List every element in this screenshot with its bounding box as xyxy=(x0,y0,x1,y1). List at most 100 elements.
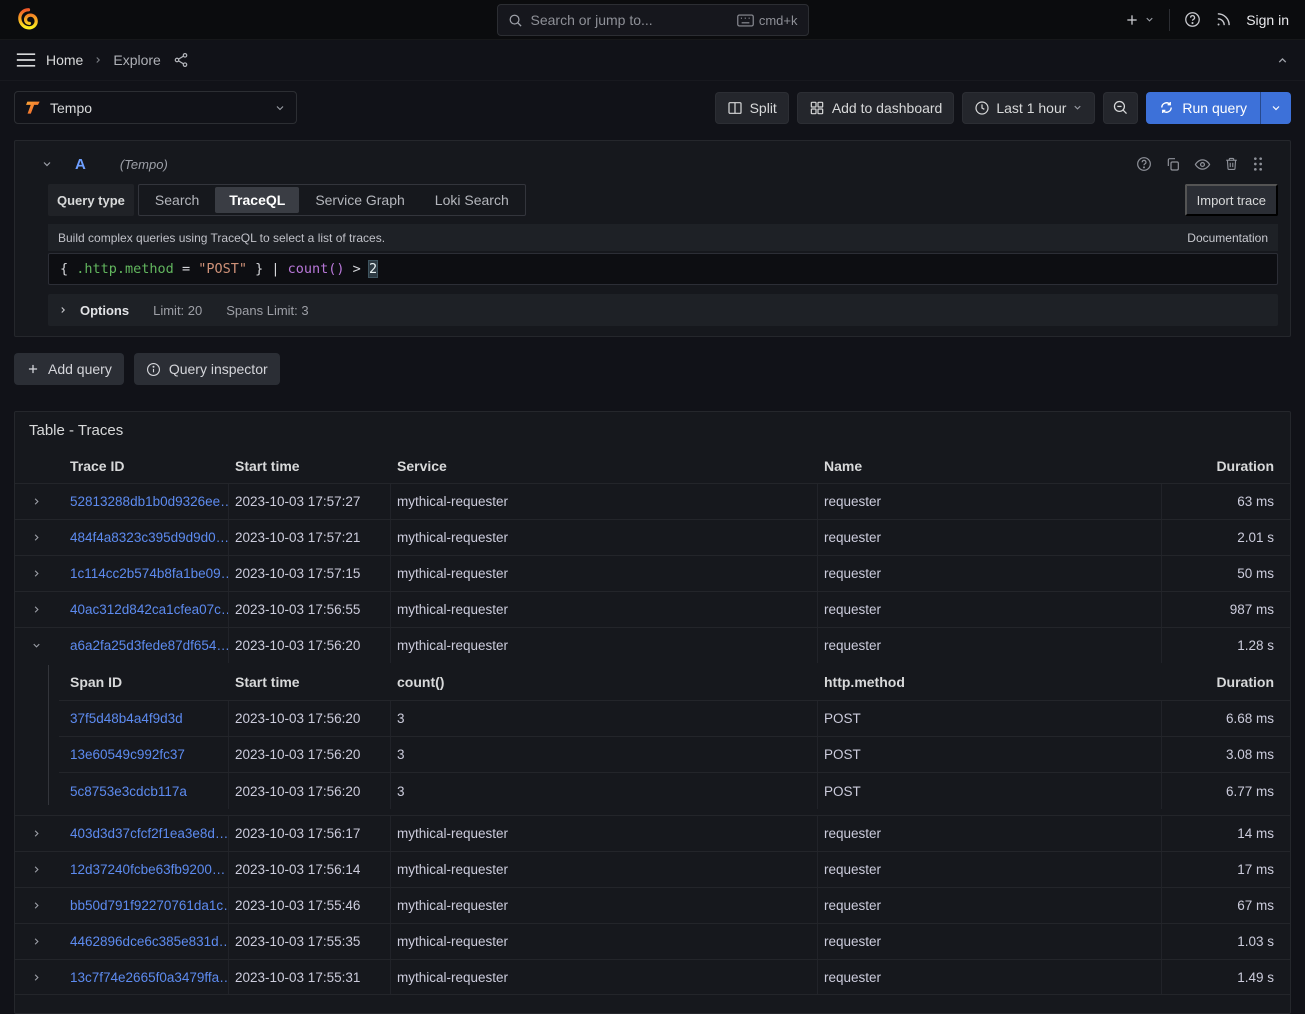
query-inspector-button[interactable]: Query inspector xyxy=(134,353,280,385)
service-cell: mythical-requester xyxy=(391,628,818,663)
add-to-dashboard-button[interactable]: Add to dashboard xyxy=(797,92,955,124)
span-column-header-span-id[interactable]: Span ID xyxy=(59,674,229,690)
run-query-button[interactable]: Run query xyxy=(1146,92,1260,124)
span-row: 5c8753e3cdcb117a2023-10-03 17:56:203POST… xyxy=(59,773,1290,809)
start-time-cell: 2023-10-03 17:56:55 xyxy=(229,592,391,627)
span-start-time-cell: 2023-10-03 17:56:20 xyxy=(229,737,391,772)
span-http-method-cell: POST xyxy=(818,773,1162,809)
query-type-tab-search[interactable]: Search xyxy=(141,187,213,213)
breadcrumb-home[interactable]: Home xyxy=(46,52,83,68)
chevron-right-icon xyxy=(31,936,42,947)
run-query-options-button[interactable] xyxy=(1260,92,1291,124)
duplicate-query-icon[interactable] xyxy=(1165,156,1181,172)
clock-icon xyxy=(974,100,990,116)
trace-id-link[interactable]: 1c114cc2b574b8fa1be09… xyxy=(70,566,229,581)
expand-row-button[interactable] xyxy=(15,520,59,555)
collapse-row-button[interactable] xyxy=(15,628,59,663)
column-header-name[interactable]: Name xyxy=(818,458,1162,474)
options-limit: Limit: 20 xyxy=(153,303,202,318)
add-query-button[interactable]: Add query xyxy=(14,353,124,385)
help-button[interactable] xyxy=(1184,11,1201,28)
chevron-down-icon xyxy=(1072,102,1083,113)
span-id-link[interactable]: 37f5d48b4a4f9d3d xyxy=(70,711,183,726)
expand-row-button[interactable] xyxy=(15,592,59,627)
options-chevron-right-icon[interactable] xyxy=(58,305,68,315)
drag-handle-icon[interactable] xyxy=(1252,156,1264,172)
share-button[interactable] xyxy=(173,52,189,68)
menu-toggle-button[interactable] xyxy=(16,52,36,68)
expand-row-button[interactable] xyxy=(15,816,59,851)
span-http-method-cell: POST xyxy=(818,701,1162,736)
split-button[interactable]: Split xyxy=(715,92,789,124)
name-cell: requester xyxy=(818,484,1162,519)
duration-cell: 2.01 s xyxy=(1162,530,1290,545)
column-header-duration[interactable]: Duration xyxy=(1162,458,1290,474)
column-header-service[interactable]: Service xyxy=(391,458,818,474)
table-row: 12d37240fcbe63fb9200…2023-10-03 17:56:14… xyxy=(15,851,1290,887)
trace-id-cell: 12d37240fcbe63fb9200… xyxy=(59,852,229,887)
spans-subtable: Span IDStart timecount()http.methodDurat… xyxy=(15,663,1290,815)
start-time-cell: 2023-10-03 17:55:35 xyxy=(229,924,391,959)
query-token: 2 xyxy=(369,261,377,277)
query-token: } xyxy=(247,261,271,277)
span-column-header-start-time[interactable]: Start time xyxy=(229,674,391,690)
trace-id-link[interactable]: 12d37240fcbe63fb9200… xyxy=(70,862,225,877)
create-button[interactable] xyxy=(1124,12,1155,28)
collapse-toolbar-button[interactable] xyxy=(1276,54,1289,67)
explore-toolbar: Tempo Split Add to dashboard Last 1 hour xyxy=(14,91,1291,124)
column-header-trace-id[interactable]: Trace ID xyxy=(59,458,229,474)
delete-query-icon[interactable] xyxy=(1224,156,1239,172)
service-cell: mythical-requester xyxy=(391,484,818,519)
start-time-cell: 2023-10-03 17:55:46 xyxy=(229,888,391,923)
options-toggle[interactable]: Options xyxy=(80,303,129,318)
sign-in-link[interactable]: Sign in xyxy=(1246,12,1289,28)
query-type-tab-traceql[interactable]: TraceQL xyxy=(215,187,299,213)
query-ref-id[interactable]: A xyxy=(75,156,86,173)
documentation-link[interactable]: Documentation xyxy=(1187,231,1268,245)
time-range-picker[interactable]: Last 1 hour xyxy=(962,92,1095,124)
expand-row-button[interactable] xyxy=(15,852,59,887)
expand-row-button[interactable] xyxy=(15,960,59,994)
span-column-header-duration[interactable]: Duration xyxy=(1162,674,1290,690)
grafana-app: Search or jump to... cmd+k Sign in xyxy=(0,0,1305,1014)
span-id-link[interactable]: 5c8753e3cdcb117a xyxy=(70,784,187,799)
datasource-picker[interactable]: Tempo xyxy=(14,91,297,124)
query-row-header[interactable]: A (Tempo) xyxy=(27,148,1278,180)
search-input[interactable]: Search or jump to... cmd+k xyxy=(497,4,809,36)
trace-id-link[interactable]: 40ac312d842ca1cfea07c… xyxy=(70,602,229,617)
trace-id-link[interactable]: bb50d791f92270761da1c… xyxy=(70,898,229,913)
import-trace-button[interactable]: Import trace xyxy=(1185,184,1278,216)
grafana-logo-icon[interactable] xyxy=(16,7,41,32)
traceql-query-editor[interactable]: { .http.method = "POST" } | count() > 2 xyxy=(48,253,1278,285)
explore-page: Tempo Split Add to dashboard Last 1 hour xyxy=(0,91,1305,1014)
collapse-query-chevron-icon[interactable] xyxy=(41,158,53,170)
apps-icon xyxy=(809,100,825,116)
zoom-out-time-button[interactable] xyxy=(1103,92,1138,124)
query-type-tab-service-graph[interactable]: Service Graph xyxy=(301,187,418,213)
span-column-header-count-[interactable]: count() xyxy=(391,674,818,690)
toggle-visibility-icon[interactable] xyxy=(1194,156,1211,173)
span-id-link[interactable]: 13e60549c992fc37 xyxy=(70,747,185,762)
table-row: 52813288db1b0d9326ee…2023-10-03 17:57:27… xyxy=(15,483,1290,519)
query-type-tab-loki-search[interactable]: Loki Search xyxy=(421,187,523,213)
trace-id-link[interactable]: 13c7f74e2665f0a3479ffa… xyxy=(70,970,229,985)
span-column-header-http-method[interactable]: http.method xyxy=(818,674,1162,690)
news-button[interactable] xyxy=(1215,11,1232,28)
expand-row-button[interactable] xyxy=(15,888,59,923)
expand-row-button[interactable] xyxy=(15,556,59,591)
rss-icon xyxy=(1215,11,1232,28)
expand-row-button[interactable] xyxy=(15,924,59,959)
trace-id-link[interactable]: 403d3d37cfcf2f1ea3e8d… xyxy=(70,826,228,841)
column-header-start-time[interactable]: Start time xyxy=(229,458,391,474)
table-row: 40ac312d842ca1cfea07c…2023-10-03 17:56:5… xyxy=(15,591,1290,627)
query-help-icon[interactable] xyxy=(1136,156,1152,172)
span-id-cell: 5c8753e3cdcb117a xyxy=(59,773,229,809)
trace-id-link[interactable]: 52813288db1b0d9326ee… xyxy=(70,494,229,509)
span-count-cell: 3 xyxy=(391,773,818,809)
trace-id-link[interactable]: 4462896dce6c385e831d… xyxy=(70,934,229,949)
duration-cell: 1.28 s xyxy=(1162,638,1290,653)
trace-id-link[interactable]: a6a2fa25d3fede87df654… xyxy=(70,638,229,653)
expand-row-button[interactable] xyxy=(15,484,59,519)
trace-id-link[interactable]: 484f4a8323c395d9d9d0… xyxy=(70,530,229,545)
search-icon xyxy=(508,13,523,28)
